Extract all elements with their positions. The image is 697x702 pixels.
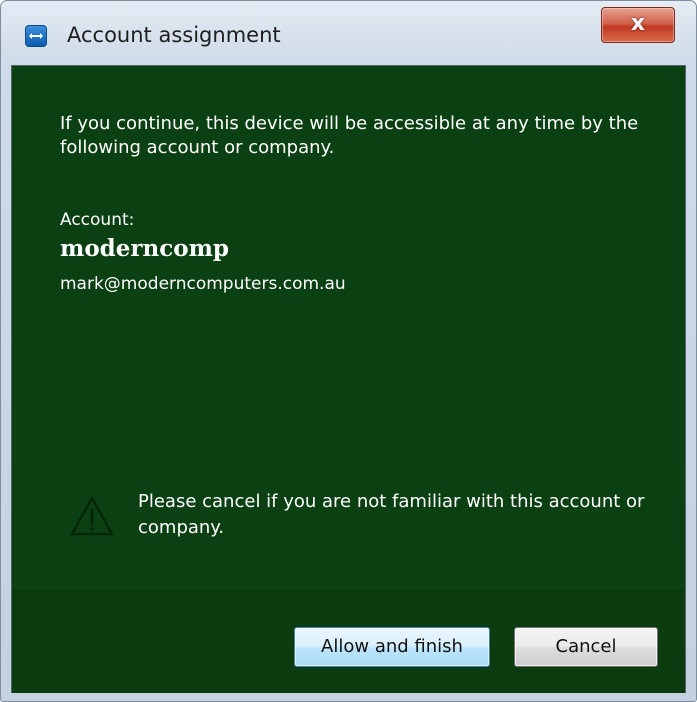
- info-message: If you continue, this device will be acc…: [60, 113, 639, 158]
- window-title: Account assignment: [67, 23, 281, 47]
- warning-triangle-icon: [70, 496, 114, 536]
- content-panel: If you continue, this device will be acc…: [12, 66, 685, 590]
- allow-and-finish-button[interactable]: Allow and finish: [294, 627, 490, 667]
- warning-message: Please cancel if you are not familiar wi…: [138, 491, 645, 538]
- title-bar[interactable]: Account assignment x: [1, 1, 696, 65]
- account-name: moderncomp: [60, 235, 229, 262]
- dialog-body: If you continue, this device will be acc…: [11, 65, 686, 693]
- account-assignment-dialog: Account assignment x If you continue, th…: [0, 0, 697, 702]
- cancel-button[interactable]: Cancel: [514, 627, 658, 667]
- teamviewer-icon: [25, 25, 47, 47]
- account-email: mark@moderncomputers.com.au: [60, 274, 346, 294]
- account-label: Account:: [60, 210, 135, 230]
- close-icon: x: [630, 11, 646, 36]
- close-button[interactable]: x: [601, 7, 675, 43]
